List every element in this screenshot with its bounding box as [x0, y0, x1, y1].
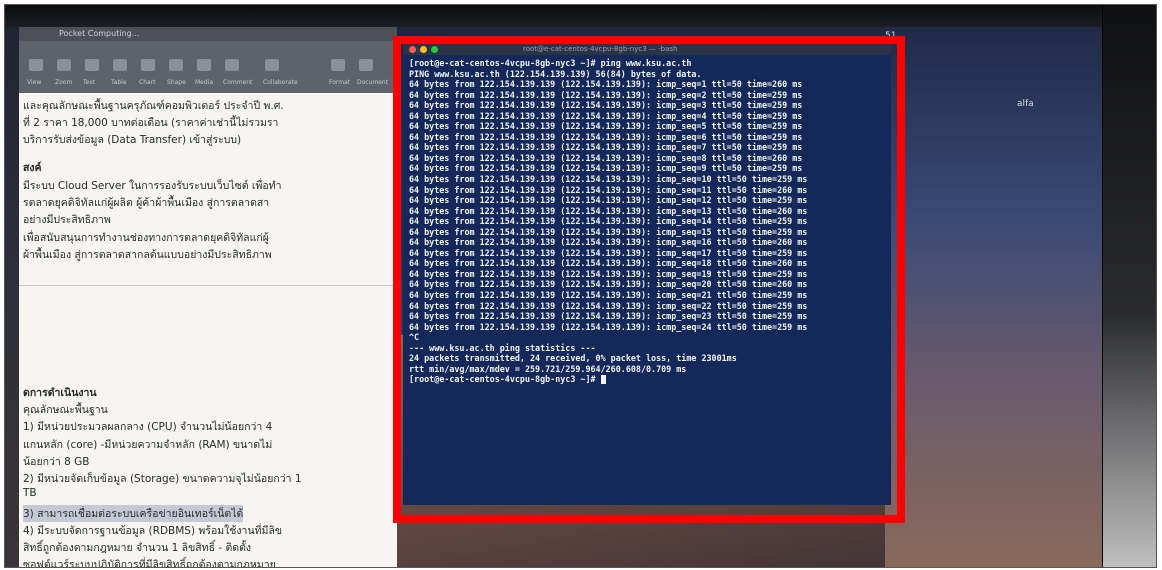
toolbar-text-icon[interactable]: [85, 59, 99, 71]
toolbar-comment-icon[interactable]: [225, 59, 239, 71]
toolbar-label: Table: [111, 79, 127, 86]
toolbar-format-icon[interactable]: [331, 59, 345, 71]
desktop-icon-label[interactable]: alfa: [1017, 99, 1034, 109]
toolbar-label: Comment: [223, 79, 253, 86]
toolbar-label: Text: [83, 79, 96, 86]
document-text-line: 4) มีระบบจัดการฐานข้อมูล (RDBMS) พร้อมใช…: [23, 525, 283, 537]
document-text-line: 3) สามารถเชื่อมต่อระบบเครือข่ายอินเทอร์เ…: [23, 505, 244, 522]
toolbar-label: Shape: [167, 79, 186, 86]
document-text-line: สิทธิ์ถูกต้องตามกฎหมาย จำนวน 1 ลิขสิทธิ์…: [23, 542, 252, 554]
document-text-line: สงค์: [23, 162, 42, 174]
document-text-line: น้อยกว่า 8 GB: [23, 456, 90, 468]
photo-frame: 51 alfa Pocket Computing... View Zoom Text…: [4, 4, 1157, 568]
document-page[interactable]: และคุณลักษณะพื้นฐานครุภัณฑ์คอมพิวเตอร์ ป…: [19, 93, 397, 567]
document-text-line: บริการรับส่งข้อมูล (Data Transfer) เข้าส…: [23, 134, 242, 146]
monitor-bezel: [5, 5, 1156, 27]
toolbar-view-icon[interactable]: [29, 59, 43, 71]
document-text-line: อย่างมีประสิทธิภาพ: [23, 214, 111, 226]
document-text-line: รตลาดยุคดิจิทัลแก่ผู้ผลิต ผู้ค้าผ้าพื้นเ…: [23, 197, 270, 209]
toolbar-label: Chart: [139, 79, 156, 86]
document-text-line: 2) มีหน่วยจัดเก็บข้อมูล (Storage) ขนาดคว…: [23, 473, 302, 485]
toolbar-label: Zoom: [55, 79, 73, 86]
toolbar-label: View: [27, 79, 42, 86]
document-text-line: ซอฟต์แวร์ระบบปฏิบัติการที่มีลิขสิทธิ์ถูก…: [23, 559, 276, 567]
document-text-line: ผ้าพื้นเมือง สู่การตลาดสากลต้นแบบอย่างมี…: [23, 249, 272, 261]
toolbar-document-icon[interactable]: [359, 59, 373, 71]
document-text-line: TB: [23, 487, 37, 499]
toolbar-collaborate-icon[interactable]: [265, 59, 279, 71]
document-window: Pocket Computing... View Zoom Text Table Cha…: [19, 27, 397, 567]
document-text-line: ที่ 2 ราคา 18,000 บาทต่อเดือน (ราคาค่าเช…: [23, 117, 279, 129]
document-text-line: 1) มีหน่วยประมวลผลกลาง (CPU) จำนวนไม่น้อ…: [23, 421, 273, 433]
toolbar-table-icon[interactable]: [113, 59, 127, 71]
toolbar-label: Media: [195, 79, 214, 86]
document-text-line: และคุณลักษณะพื้นฐานครุภัณฑ์คอมพิวเตอร์ ป…: [23, 100, 284, 112]
document-text-line: เพื่อสนับสนุนการทำงานช่องทางการตลาดยุคดิ…: [23, 232, 269, 244]
monitor-photo: 51 alfa Pocket Computing... View Zoom Text…: [5, 5, 1156, 567]
toolbar-label: Collaborate: [263, 79, 298, 86]
toolbar-label: Format: [329, 79, 351, 86]
frame-divider: [1102, 5, 1103, 567]
document-text-line: มีระบบ Cloud Server ในการรองรับระบบเว็บไ…: [23, 180, 282, 192]
toolbar-media-icon[interactable]: [197, 59, 211, 71]
toolbar-zoom-icon[interactable]: [57, 59, 71, 71]
background-room: [1102, 5, 1156, 567]
toolbar-chart-icon[interactable]: [141, 59, 155, 71]
document-text-line: คุณลักษณะพื้นฐาน: [23, 404, 108, 416]
document-toolbar: View Zoom Text Table Chart Shape Media Comment C…: [19, 41, 397, 93]
document-titlebar[interactable]: Pocket Computing...: [19, 27, 397, 41]
desktop-wallpaper-right: [885, 27, 1102, 567]
document-text-line: ดการดำเนินงาน: [23, 387, 97, 399]
document-text-line: แกนหลัก (core) -มีหน่วยความจำหลัก (RAM) …: [23, 439, 273, 451]
toolbar-shape-icon[interactable]: [169, 59, 183, 71]
toolbar-label: Document: [357, 79, 389, 86]
page-divider: [19, 285, 397, 286]
highlight-rectangle: [393, 36, 905, 523]
